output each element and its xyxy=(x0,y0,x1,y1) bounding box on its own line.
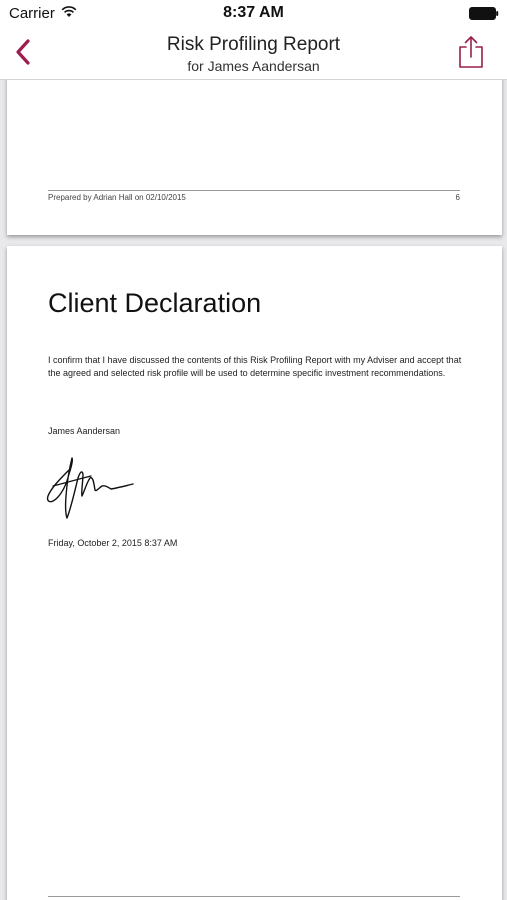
page-footer-text: Prepared by Adrian Hall on 02/10/2015 xyxy=(48,193,186,202)
status-bar: Carrier 8:37 AM xyxy=(0,0,507,28)
page-title: Risk Profiling Report xyxy=(166,34,341,55)
declaration-heading: Client Declaration xyxy=(48,288,262,318)
page-subtitle: for James Aandersan xyxy=(187,58,320,74)
status-time: 8:37 AM xyxy=(223,4,284,21)
declaration-text: I confirm that I have discussed the cont… xyxy=(48,355,462,378)
page-number: 6 xyxy=(455,193,460,202)
document-page-current: Client Declaration I confirm that I have… xyxy=(7,246,502,900)
back-button[interactable] xyxy=(10,37,36,67)
title-block: Risk Profiling Report for James Aandersa… xyxy=(80,33,427,75)
signature-image xyxy=(46,457,134,519)
document-page-previous: Prepared by Adrian Hall on 02/10/2015 6 xyxy=(7,80,502,235)
battery-icon xyxy=(469,7,499,20)
footer-divider xyxy=(48,190,460,191)
chevron-left-icon xyxy=(16,39,30,65)
signature-date: Friday, October 2, 2015 8:37 AM xyxy=(48,538,178,548)
document-viewer[interactable]: Prepared by Adrian Hall on 02/10/2015 6 … xyxy=(0,80,507,900)
navigation-bar: Risk Profiling Report for James Aandersa… xyxy=(0,28,507,80)
footer-divider xyxy=(48,896,460,897)
share-icon xyxy=(459,36,483,68)
share-button[interactable] xyxy=(456,34,486,70)
signer-name: James Aandersan xyxy=(48,426,121,436)
